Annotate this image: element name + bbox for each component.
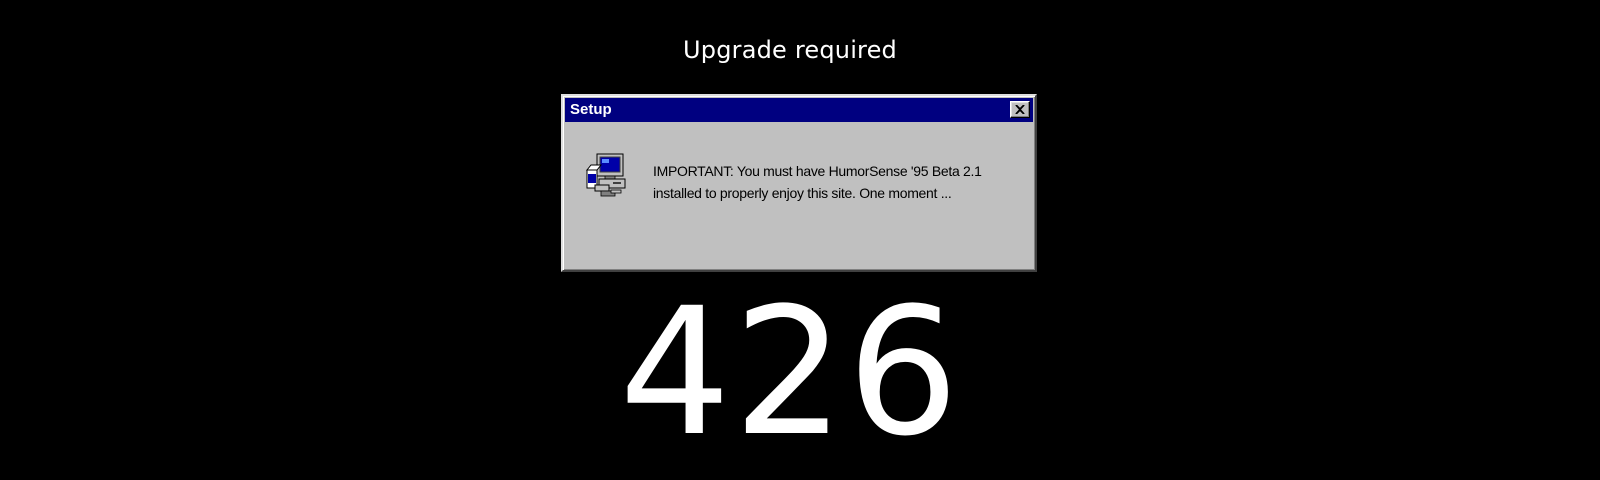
dialog-message: IMPORTANT: You must have HumorSense '95 …: [653, 160, 1023, 204]
message-line-2: installed to properly enjoy this site. O…: [653, 185, 952, 201]
message-line-1: IMPORTANT: You must have HumorSense '95 …: [653, 163, 982, 179]
dialog-titlebar[interactable]: Setup: [565, 98, 1033, 122]
dialog-title: Setup: [570, 101, 612, 118]
page-heading: Upgrade required: [683, 36, 897, 64]
setup-computer-icon: [585, 153, 626, 197]
close-icon: [1015, 105, 1025, 114]
status-code: 426: [619, 270, 961, 475]
close-button[interactable]: [1010, 101, 1030, 118]
setup-dialog: Setup IMPORTANT: You must have HumorSens…: [561, 94, 1037, 272]
